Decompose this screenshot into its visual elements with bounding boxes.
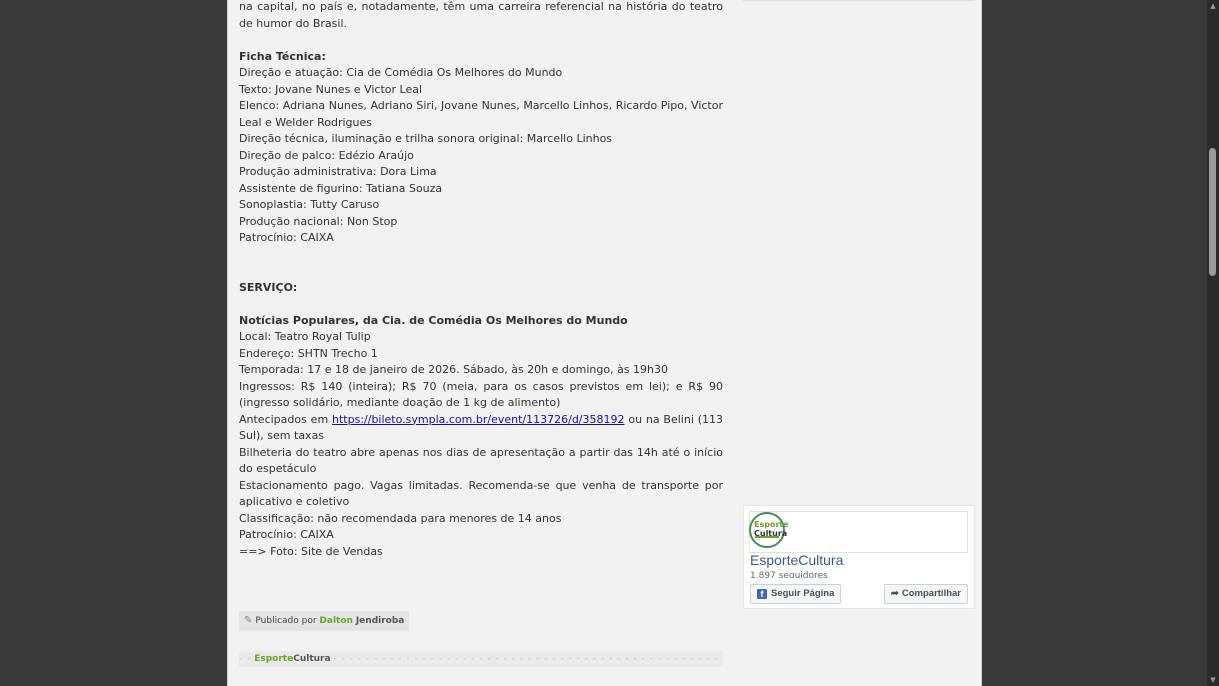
antecipados-prefix: Antecipados em [239, 412, 329, 426]
servico-item: Bilheteria do teatro abre apenas nos dia… [239, 445, 723, 476]
servico-heading: SERVIÇO: [239, 280, 298, 294]
servico-item: Local: Teatro Royal Tulip [239, 330, 371, 343]
sidebar-divider [743, 0, 975, 1]
author-last-name-link[interactable]: Jendiroba [356, 616, 405, 626]
vertical-scrollbar[interactable]: ▲ ▼ [1207, 0, 1219, 686]
servico-item: Ingressos: R$ 140 (inteira); R$ 70 (meia… [239, 379, 723, 410]
ficha-tecnica-list: Direção e atuação: Cia de Comédia Os Mel… [239, 65, 723, 247]
servico-list: Local: Teatro Royal Tulip Endereço: SHTN … [239, 329, 723, 412]
ficha-tecnica-heading: Ficha Técnica: [239, 49, 326, 63]
article-body: na capital, no país e, notadamente, têm … [239, 0, 723, 560]
share-button[interactable]: ➦ Compartilhar [883, 584, 968, 604]
servico-item: Temporada: 17 e 18 de janeiro de 2026. S… [239, 363, 669, 376]
facebook-f-icon: f [757, 589, 767, 599]
signature-brand-cultura: Cultura [293, 654, 331, 664]
antecipados-line: Antecipados em https://bileto.sympla.com… [239, 412, 723, 445]
byline-prefix: Publicado por [255, 616, 317, 626]
sympla-ticket-link[interactable]: https://bileto.sympla.com.br/event/11372… [332, 413, 624, 426]
facebook-page-widget: Esporte Cultura EsporteCultura 1.897 seg… [743, 505, 975, 609]
ficha-tecnica-item: Direção técnica, iluminação e trilha son… [239, 132, 613, 145]
scroll-down-arrow-icon[interactable]: ▼ [1209, 676, 1217, 684]
esportecultura-logo[interactable]: Esporte Cultura [749, 512, 789, 548]
post-signature-divider: - - EsporteCultura - - - - - - - - - - -… [239, 651, 723, 667]
facebook-followers-count: 1.897 seguidores [750, 571, 828, 578]
follow-page-button[interactable]: f Seguir Página [750, 584, 842, 604]
ficha-tecnica-item: Sonoplastia: Tutty Caruso [239, 198, 380, 211]
ficha-tecnica-item: Elenco: Adriana Nunes, Adriano Siri, Jov… [239, 99, 723, 129]
author-first-name-link[interactable]: Dalton [319, 616, 353, 626]
event-title: Notícias Populares, da Cia. de Comédia O… [239, 313, 628, 327]
servico-item: Classificação: não recomendada para meno… [239, 511, 562, 525]
photo-credit: ==> Foto: Site de Vendas [239, 544, 383, 558]
signature-brand-esporte: Esporte [254, 654, 294, 664]
servico-item: Estacionamento pago. Vagas limitadas. Re… [239, 478, 723, 509]
servico-item: Patrocínio: CAIXA [239, 528, 334, 541]
ficha-tecnica-item: Texto: Jovane Nunes e Victor Leal [239, 82, 423, 96]
pencil-icon: ✎ [244, 615, 253, 626]
servico-item: Endereço: SHTN Trecho 1 [239, 346, 378, 360]
ficha-tecnica-item: Assistente de figurino: Tatiana Souza [239, 181, 443, 195]
ficha-tecnica-item: Direção de palco: Edézio Araújo [239, 148, 414, 162]
scroll-up-arrow-icon[interactable]: ▲ [1209, 2, 1217, 10]
ficha-tecnica-item: Produção administrativa: Dora Lima [239, 165, 437, 178]
author-byline: ✎ Publicado por Dalton Jendiroba [239, 611, 410, 631]
ficha-tecnica-item: Patrocínio: CAIXA [239, 231, 334, 244]
ficha-tecnica-item: Produção nacional: Non Stop [239, 214, 398, 228]
share-arrow-icon: ➦ [890, 588, 899, 599]
scrollbar-thumb[interactable] [1209, 148, 1216, 276]
ficha-tecnica-item: Direção e atuação: Cia de Comédia Os Mel… [239, 66, 563, 79]
servico-list-continued: Bilheteria do teatro abre apenas nos dia… [239, 445, 723, 544]
intro-paragraph-tail: na capital, no país e, notadamente, têm … [239, 0, 723, 30]
facebook-page-name-link[interactable]: EsporteCultura [750, 552, 843, 568]
